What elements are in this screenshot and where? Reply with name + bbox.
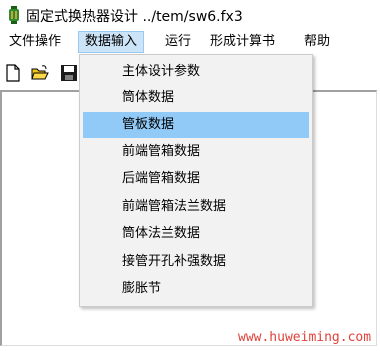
save-disk-icon[interactable] [60,64,78,82]
app-icon [9,6,19,24]
menu-item-rear-channel-data[interactable]: 后端管箱数据 [83,166,309,192]
window-title: 固定式换热器设计 ../tem/sw6.fx3 [26,9,243,25]
menu-item-main-design-params[interactable]: 主体设计参数 [83,59,309,85]
title-bar: 固定式换热器设计 ../tem/sw6.fx3 [0,0,380,30]
menu-help[interactable]: 帮助 [298,31,336,53]
menu-run[interactable]: 运行 [159,31,197,53]
menu-item-shell-flange-data[interactable]: 筒体法兰数据 [83,221,309,247]
menu-item-shell-data[interactable]: 筒体数据 [83,85,309,111]
menu-file[interactable]: 文件操作 [3,31,67,53]
menu-item-expansion-joint[interactable]: 膨胀节 [83,276,309,302]
menu-item-nozzle-reinforcement-data[interactable]: 接管开孔补强数据 [83,249,309,275]
watermark-text: www.huweiming.com [238,330,372,345]
menu-data-input[interactable]: 数据输入 [78,31,145,53]
menu-item-front-channel-flange-data[interactable]: 前端管箱法兰数据 [83,194,309,220]
menu-item-front-channel-data[interactable]: 前端管箱数据 [83,139,309,165]
data-input-dropdown: 主体设计参数 筒体数据 管板数据 前端管箱数据 后端管箱数据 前端管箱法兰数据 … [79,54,313,307]
menu-bar: 文件操作 数据输入 运行 形成计算书 帮助 [0,30,380,54]
menu-generate-report[interactable]: 形成计算书 [204,31,281,53]
open-folder-icon[interactable] [31,64,49,82]
menu-item-tubesheet-data[interactable]: 管板数据 [83,112,309,138]
new-document-icon[interactable] [4,64,22,82]
